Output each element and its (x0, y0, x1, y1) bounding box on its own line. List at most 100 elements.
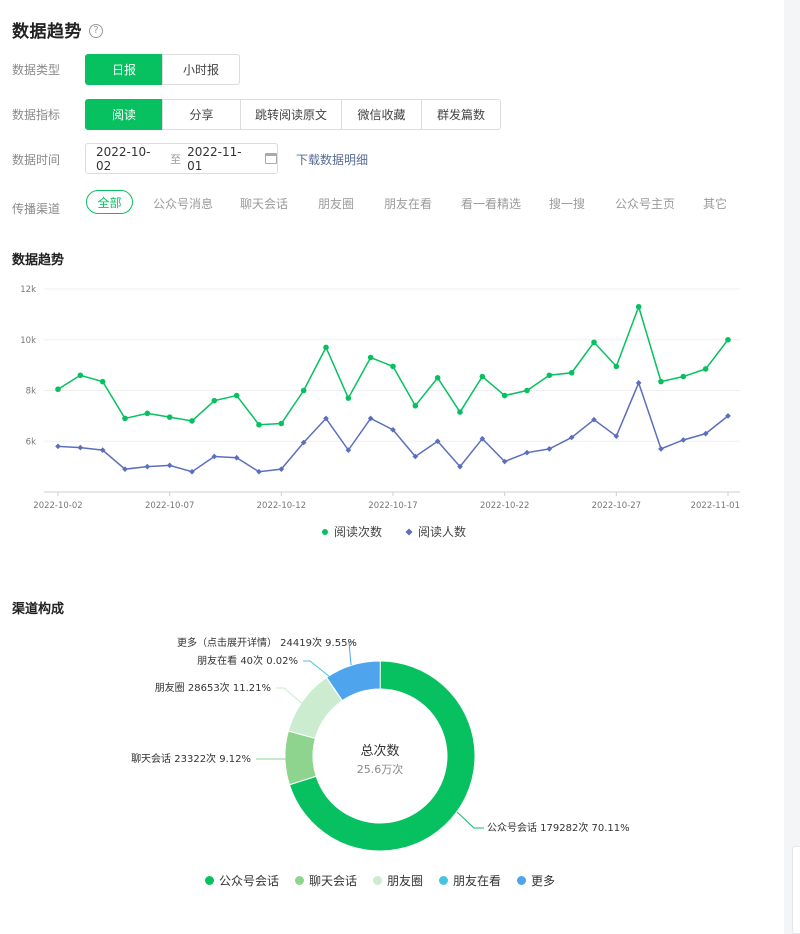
legend-dot (517, 876, 527, 885)
donut-center-title: 总次数 (360, 743, 399, 759)
point-read-count (278, 420, 285, 427)
calendar-icon[interactable] (265, 153, 277, 164)
point-read-users (501, 458, 508, 465)
point-read-users (658, 446, 664, 452)
point-read-users (434, 438, 441, 445)
legend-item-chat[interactable]: 聊天会话 (294, 872, 357, 889)
point-read-count (55, 386, 61, 393)
download-link[interactable]: 下载数据明细 (296, 151, 368, 168)
point-read-count (546, 372, 553, 379)
donut-slice-friends-watching (325, 676, 344, 702)
point-read-users (390, 427, 396, 433)
time-label: 数据时间 (12, 153, 61, 167)
donut-legend: 公众号会话 聊天会话 朋友圈 朋友在看 更多 (0, 872, 760, 889)
channel-other[interactable]: 其它 (703, 195, 727, 212)
legend-label: 更多 (531, 874, 556, 888)
point-read-count (323, 344, 329, 351)
donut-label-line (276, 687, 305, 706)
type-label: 数据类型 (12, 63, 61, 77)
point-read-count (434, 375, 441, 381)
y-tick-label: 8k (26, 387, 36, 397)
legend-item-read-users[interactable]: 阅读人数 (402, 523, 466, 540)
legend-symbol-read-count (321, 528, 328, 535)
point-read-users (345, 447, 352, 453)
x-tick-label: 2022-10-12 (257, 501, 306, 511)
help-icon[interactable]: ? (89, 23, 103, 38)
legend-label-read-count: 阅读次数 (333, 525, 382, 539)
point-read-count (568, 369, 575, 376)
point-read-count (613, 363, 620, 370)
point-read-count (345, 395, 352, 401)
point-read-count (501, 392, 508, 399)
point-read-count (412, 402, 419, 409)
point-read-count (658, 378, 664, 385)
channel-friends-watching[interactable]: 朋友在看 (384, 195, 432, 212)
date-range-picker[interactable]: 2022-10-02 至 2022-11-01 (85, 143, 278, 174)
channel-official-msg[interactable]: 公众号消息 (153, 195, 213, 212)
donut-slice-more (325, 660, 381, 702)
trend-legend: 阅读次数 阅读人数 (0, 523, 784, 540)
metric-option-read[interactable]: 阅读 (85, 99, 163, 130)
point-read-count (211, 397, 218, 404)
point-read-count (77, 372, 84, 379)
metric-segment: 阅读 分享 跳转阅读原文 微信收藏 群发篇数 (85, 99, 501, 130)
page: 数据趋势 ? 数据类型 日报 小时报 数据指标 阅读 分享 跳转阅读原文 微信收… (0, 0, 784, 934)
x-tick-label: 2022-10-22 (480, 501, 529, 511)
donut-label-friends-watching: 朋友在看 40次 0.02% (197, 654, 298, 667)
legend-item-friends-watching[interactable]: 朋友在看 (439, 872, 501, 889)
legend-dot (439, 876, 448, 885)
x-tick-label: 2022-10-17 (368, 501, 417, 511)
channel-chat[interactable]: 聊天会话 (240, 195, 288, 212)
date-start[interactable]: 2022-10-02 (96, 145, 164, 173)
point-read-count (166, 414, 173, 420)
donut-label-official-chat: 公众号会话 179282次 70.11% (487, 821, 630, 834)
point-read-count (99, 378, 106, 385)
legend-item-read-count[interactable]: 阅读次数 (318, 523, 382, 540)
point-read-users (412, 453, 419, 460)
legend-item-moments[interactable]: 朋友圈 (372, 872, 423, 889)
page-title: 数据趋势 (12, 22, 82, 42)
donut-slice-moments (287, 676, 343, 740)
date-separator: 至 (170, 152, 182, 166)
date-end[interactable]: 2022-11-01 (187, 145, 255, 173)
point-read-count (635, 303, 642, 310)
legend-symbol-read-users (405, 527, 413, 536)
channel-all[interactable]: 全部 (86, 190, 133, 214)
point-read-users (591, 416, 597, 423)
point-read-users (55, 443, 61, 450)
legend-item-more[interactable]: 更多 (517, 872, 555, 889)
metric-option-favorite[interactable]: 微信收藏 (341, 99, 422, 130)
donut-label-more: 更多（点击展开详情） 24419次 9.55% (177, 636, 357, 649)
channel-top-stories[interactable]: 看一看精选 (461, 195, 521, 212)
x-tick-label: 2022-11-01 (691, 501, 740, 511)
point-read-users (613, 433, 620, 440)
metric-option-share[interactable]: 分享 (162, 99, 241, 130)
point-read-users (166, 462, 173, 469)
point-read-count (725, 336, 731, 343)
channel-official-home[interactable]: 公众号主页 (615, 195, 675, 212)
channel-donut-chart: 总次数 25.6万次公众号会话 179282次 70.11% 聊天会话 23322次… (131, 636, 630, 852)
type-option-daily[interactable]: 日报 (85, 54, 163, 85)
type-option-hourly[interactable]: 小时报 (162, 54, 240, 85)
type-segment: 日报 小时报 (85, 54, 240, 85)
donut-label-moments: 朋友圈 28653次 11.21% (155, 681, 271, 694)
point-read-users (725, 413, 731, 419)
trend-title: 数据趋势 (12, 253, 65, 268)
point-read-users (211, 453, 218, 460)
legend-dot (204, 876, 214, 885)
metric-option-jump[interactable]: 跳转阅读原文 (240, 99, 342, 130)
donut-slice-official-chat (288, 660, 476, 852)
point-read-count (524, 387, 530, 394)
channel-moments[interactable]: 朋友圈 (318, 195, 354, 212)
donut-label-chat: 聊天会话 23322次 9.12% (131, 752, 251, 765)
point-read-users (122, 466, 128, 472)
metric-option-posts[interactable]: 群发篇数 (421, 99, 501, 130)
channel-label: 传播渠道 (12, 202, 61, 216)
point-read-users (702, 430, 709, 437)
channel-search[interactable]: 搜一搜 (549, 195, 585, 212)
point-read-users (568, 434, 575, 441)
point-read-users (457, 463, 463, 470)
legend-item-official-chat[interactable]: 公众号会话 (204, 872, 279, 889)
x-tick-label: 2022-10-07 (145, 501, 194, 511)
point-read-users (300, 439, 307, 446)
